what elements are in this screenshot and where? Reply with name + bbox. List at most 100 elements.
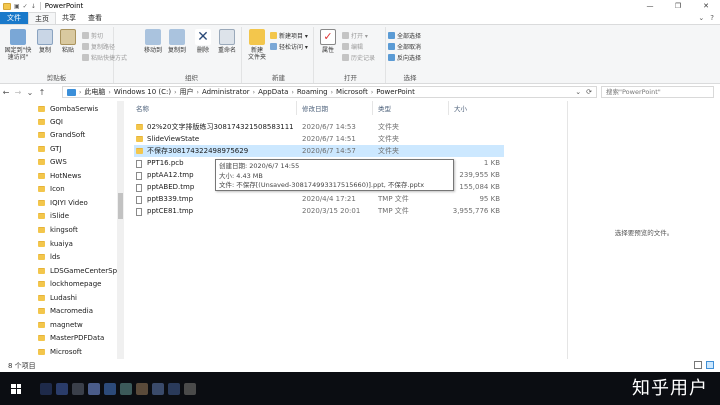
nav-item[interactable]: lds [38, 251, 60, 263]
pin-quick-access-button[interactable]: 固定到"快 速访问" [2, 29, 34, 61]
tab-file[interactable]: 文件 [0, 12, 28, 24]
taskbar-app-icon[interactable] [168, 382, 180, 395]
breadcrumb-administrator[interactable]: Administrator [202, 88, 250, 96]
taskbar-app-icon[interactable] [40, 382, 52, 395]
breadcrumb-microsoft[interactable]: Microsoft [336, 88, 368, 96]
nav-item[interactable]: IQIYI Video [38, 197, 88, 209]
taskbar-app-icon[interactable] [72, 382, 84, 395]
group-label-clipboard: 剪贴板 [46, 74, 67, 82]
nav-item-label: Microsoft [50, 348, 82, 356]
nav-item[interactable]: GrandSoft [38, 129, 85, 141]
nav-item[interactable]: MasterPDFData [38, 332, 104, 344]
select-all-button[interactable]: 全部选择 [388, 31, 421, 40]
help-icon[interactable]: ? [710, 12, 714, 24]
column-divider[interactable] [448, 101, 449, 115]
breadcrumb-roaming[interactable]: Roaming [297, 88, 328, 96]
nav-scrollbar[interactable] [117, 101, 124, 359]
tab-view[interactable]: 查看 [82, 12, 108, 24]
invert-selection-button[interactable]: 反向选择 [388, 53, 421, 62]
taskbar-app-icon[interactable] [120, 382, 132, 395]
column-header-size[interactable]: 大小 [454, 103, 467, 113]
file-row[interactable]: pptB339.tmp 2020/4/4 17:21 TMP 文件 95 KB [134, 193, 504, 205]
nav-item[interactable]: GWS [38, 156, 67, 168]
taskbar-app-icon[interactable] [184, 382, 196, 395]
tab-home[interactable]: 主页 [28, 12, 56, 24]
minimize-button[interactable]: — [636, 0, 664, 12]
column-divider[interactable] [372, 101, 373, 115]
customize-quick-icon[interactable]: ↓ [31, 3, 36, 10]
nav-item[interactable]: Icon [38, 183, 65, 195]
rename-button[interactable]: 重命名 [216, 29, 238, 54]
file-row[interactable]: 02%20文字排版练习308174321508583111 2020/6/7 1… [134, 121, 504, 133]
properties-button[interactable]: ✓ 属性 [318, 29, 338, 54]
column-header-type[interactable]: 类型 [378, 103, 391, 113]
nav-item[interactable]: Microsoft [38, 346, 82, 358]
taskbar-app-icon[interactable] [56, 382, 68, 395]
nav-item[interactable]: magnetw [38, 319, 83, 331]
column-header-name[interactable]: 名称 [136, 103, 149, 113]
search-input[interactable]: 搜索"PowerPoint" [601, 86, 714, 98]
recent-locations-button[interactable]: ⌄ [24, 88, 36, 97]
tab-share[interactable]: 共享 [56, 12, 82, 24]
nav-item[interactable]: iSlide [38, 210, 69, 222]
address-dropdown-icon[interactable]: ⌄ [575, 88, 581, 96]
nav-item[interactable]: kingsoft [38, 224, 78, 236]
taskbar-app-icon[interactable] [88, 382, 100, 395]
nav-item[interactable]: Ludashi [38, 292, 77, 304]
nav-item[interactable]: Macromedia [38, 305, 93, 317]
close-button[interactable]: ✕ [692, 0, 720, 12]
large-icons-view-icon[interactable] [706, 361, 714, 369]
new-folder-button[interactable]: 新建 文件夹 [246, 29, 268, 61]
nav-item[interactable]: GQI [38, 116, 63, 128]
check-quick-icon[interactable]: ✓ [23, 3, 28, 10]
taskbar-app-icon[interactable] [104, 382, 116, 395]
back-button[interactable]: ← [0, 88, 12, 97]
select-all-label: 全部选择 [397, 33, 422, 40]
file-name: 02%20文字排版练习308174321508583111 [147, 123, 294, 131]
nav-item[interactable]: kuaiya [38, 238, 73, 250]
nav-item[interactable]: GombaSerwis [38, 103, 98, 115]
breadcrumb-users[interactable]: 用户 [180, 87, 194, 97]
start-button[interactable] [0, 372, 32, 405]
properties-quick-icon[interactable]: ▣ [14, 3, 20, 10]
select-none-button[interactable]: 全部取消 [388, 42, 421, 51]
open-button[interactable]: 打开 ▾ [342, 31, 368, 40]
easy-access-button[interactable]: 轻松访问 ▾ [270, 42, 308, 51]
breadcrumb-c-drive[interactable]: Windows 10 (C:) [114, 88, 171, 96]
nav-item[interactable]: HotNews [38, 170, 81, 182]
paste-button[interactable]: 粘贴 [58, 29, 78, 54]
refresh-icon[interactable]: ⟳ [586, 88, 592, 96]
nav-item-label: kuaiya [50, 240, 73, 248]
copy-to-button[interactable]: 复制到 [166, 29, 188, 54]
cut-button[interactable]: 剪切 [82, 31, 103, 40]
paste-shortcut-button[interactable]: 粘贴快捷方式 [82, 53, 127, 62]
maximize-button[interactable]: ❐ [664, 0, 692, 12]
history-button[interactable]: 历史记录 [342, 53, 375, 62]
breadcrumb-powerpoint[interactable]: PowerPoint [376, 88, 415, 96]
up-button[interactable]: ↑ [36, 88, 48, 97]
expand-ribbon-icon[interactable]: ⌄ [698, 12, 704, 24]
copy-button[interactable]: 复制 [36, 29, 54, 54]
delete-button[interactable]: ✕ 删除 [194, 29, 212, 54]
nav-scrollbar-thumb[interactable] [118, 193, 123, 219]
move-to-button[interactable]: 移动到 [142, 29, 164, 54]
taskbar: 知乎用户 [0, 372, 720, 405]
forward-button[interactable]: → [12, 88, 24, 97]
copy-path-button[interactable]: 复制路径 [82, 42, 115, 51]
address-bar[interactable]: › 此电脑 › Windows 10 (C:) › 用户 › Administr… [62, 86, 597, 98]
breadcrumb-this-pc[interactable]: 此电脑 [84, 87, 105, 97]
file-row[interactable]: SlideViewState 2020/6/7 14:51 文件夹 [134, 133, 504, 145]
edit-button[interactable]: 编辑 [342, 42, 363, 51]
new-item-button[interactable]: 新建项目 ▾ [270, 31, 308, 40]
nav-item[interactable]: LDSGameCenterSp [38, 265, 117, 277]
file-row-hovered[interactable]: 不保存308174322498975629 2020/6/7 14:57 文件夹 [134, 145, 504, 157]
nav-item[interactable]: lockhomepage [38, 278, 101, 290]
taskbar-app-icon[interactable] [152, 382, 164, 395]
details-view-icon[interactable] [694, 361, 702, 369]
nav-item[interactable]: GTJ [38, 143, 62, 155]
column-header-date[interactable]: 修改日期 [302, 103, 328, 113]
breadcrumb-appdata[interactable]: AppData [258, 88, 288, 96]
column-divider[interactable] [296, 101, 297, 115]
file-row[interactable]: pptCE81.tmp 2020/3/15 20:01 TMP 文件 3,955… [134, 205, 504, 217]
taskbar-app-icon[interactable] [136, 382, 148, 395]
